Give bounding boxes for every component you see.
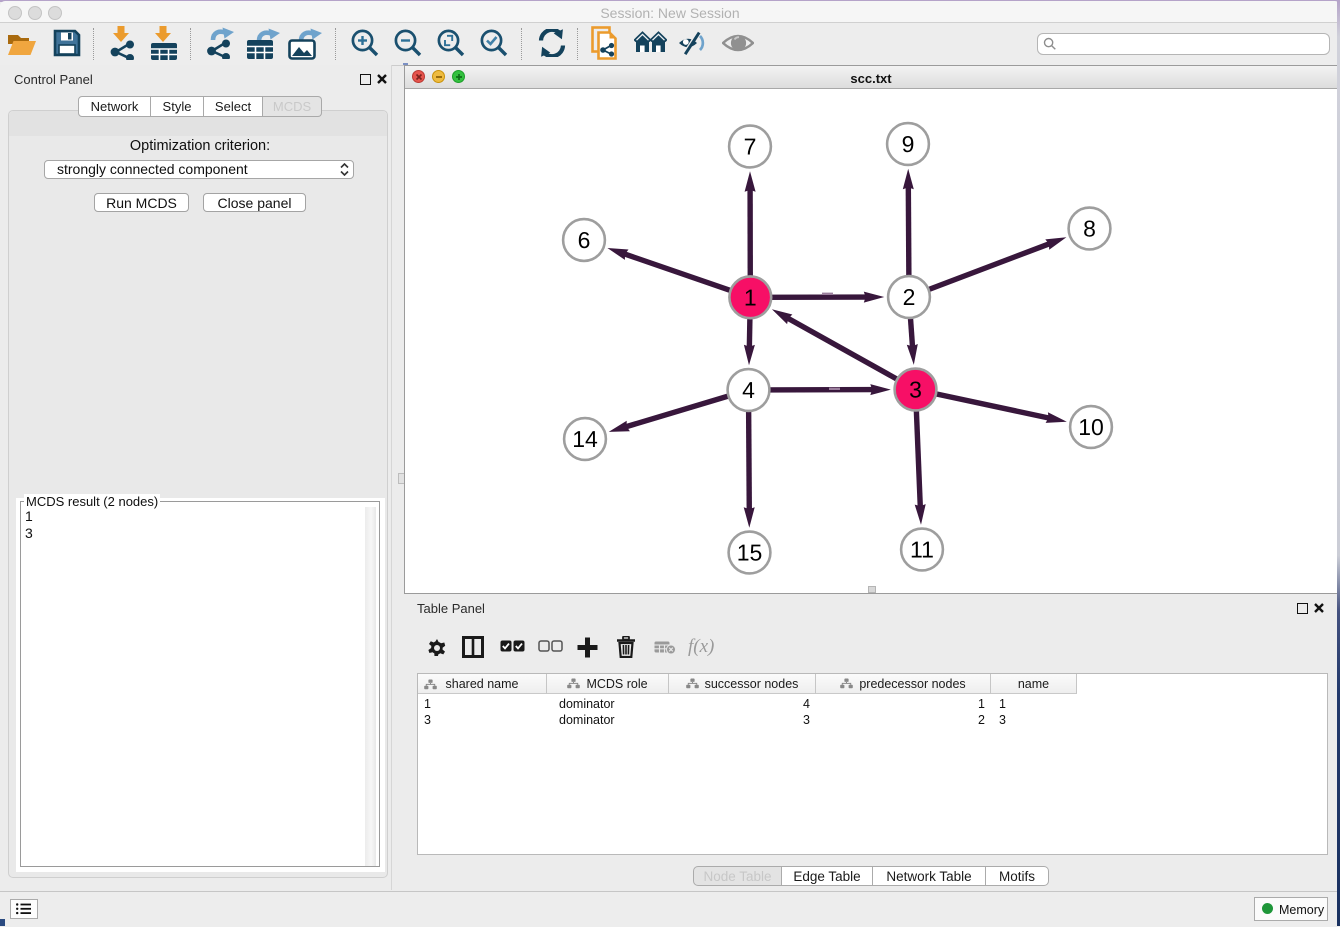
svg-text:1: 1 xyxy=(744,284,757,310)
svg-text:6: 6 xyxy=(578,227,591,253)
svg-text:2: 2 xyxy=(903,284,916,310)
svg-text:4: 4 xyxy=(742,377,755,403)
svg-text:10: 10 xyxy=(1078,414,1104,440)
svg-text:14: 14 xyxy=(572,426,598,452)
svg-text:15: 15 xyxy=(737,540,763,566)
svg-text:11: 11 xyxy=(910,537,934,563)
svg-text:8: 8 xyxy=(1083,216,1096,242)
svg-text:9: 9 xyxy=(902,131,915,157)
svg-text:7: 7 xyxy=(744,134,757,160)
svg-text:3: 3 xyxy=(909,377,922,403)
